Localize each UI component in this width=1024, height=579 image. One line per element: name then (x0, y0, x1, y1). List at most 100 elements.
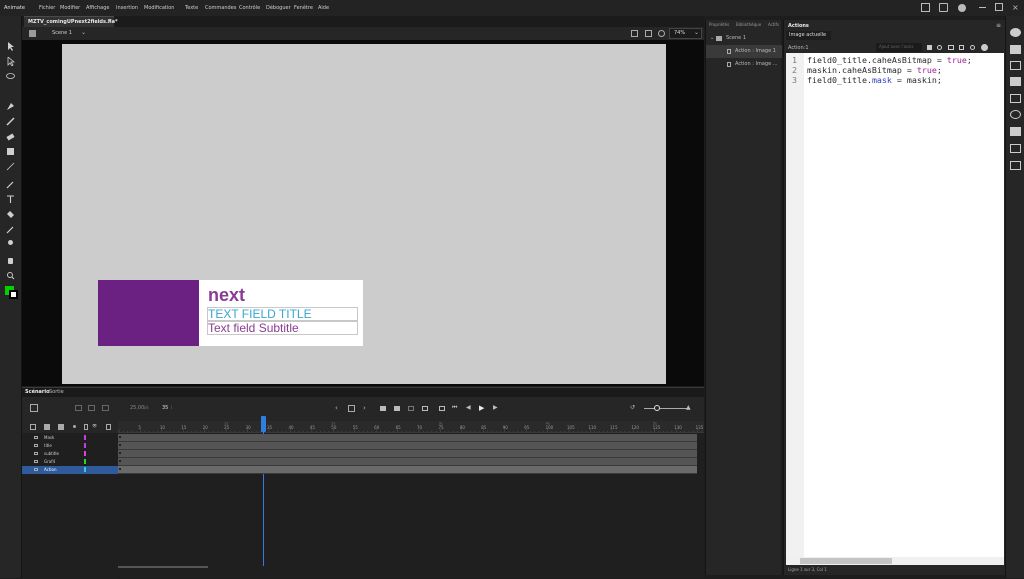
assets-icon[interactable] (1010, 61, 1021, 70)
new-folder-icon[interactable] (44, 424, 50, 430)
subtitle-text-field[interactable]: Text field Subtitle (207, 321, 358, 335)
visibility-icon[interactable]: 👁 (92, 424, 97, 428)
onion-skin-icon[interactable] (75, 405, 82, 411)
keyframe[interactable] (119, 468, 121, 470)
menu-commandes[interactable]: Commandes (205, 5, 236, 11)
new-layer-icon[interactable] (30, 424, 36, 430)
layer-color-marker[interactable] (84, 443, 86, 448)
tab-assets[interactable]: Actifs (768, 23, 779, 27)
pen-tool-icon[interactable] (5, 96, 16, 110)
selection-tool-icon[interactable] (5, 36, 16, 51)
menu-insertion[interactable]: Insertion (116, 5, 138, 11)
layer-row[interactable]: Graf4 (22, 458, 118, 466)
highlight-layer-icon[interactable] (73, 425, 76, 428)
step-forward-icon[interactable]: ▶ (493, 405, 498, 411)
close-icon[interactable]: × (1012, 4, 1019, 12)
next-keyframe-icon[interactable]: › (363, 405, 366, 412)
code-hscrollbar-thumb[interactable] (800, 558, 892, 564)
subselection-tool-icon[interactable] (5, 51, 16, 67)
help-icon[interactable] (981, 44, 988, 51)
menu-deboguer[interactable]: Déboguer (266, 5, 291, 11)
bone-tool-icon[interactable] (5, 232, 16, 245)
motion-presets-icon[interactable] (1010, 161, 1021, 170)
tab-output[interactable]: Sortie (49, 390, 64, 395)
layer-color-marker[interactable] (84, 435, 86, 440)
prev-keyframe-icon[interactable]: ‹ (335, 405, 338, 412)
eraser-tool-icon[interactable] (5, 126, 16, 141)
properties-icon[interactable] (1010, 28, 1021, 37)
current-frame[interactable]: 35 (162, 406, 168, 411)
minimize-icon[interactable] (979, 7, 986, 8)
document-tab[interactable]: MZTV_comingUPnext2fields.fla* × (24, 16, 118, 27)
line-tool-icon[interactable] (5, 156, 16, 171)
scene-tree-root[interactable]: ⌄ Scene 1 (706, 32, 782, 45)
camera-toggle-icon[interactable] (422, 406, 428, 411)
eyedropper-icon[interactable] (5, 219, 16, 234)
frames-row[interactable] (118, 442, 697, 450)
blank-keyframe-icon[interactable] (394, 406, 400, 411)
code-editor[interactable]: 1 2 3 field0_title.caheAsBitmap = true; … (786, 53, 1004, 565)
loop-icon[interactable] (439, 406, 445, 411)
frames-row[interactable] (118, 458, 697, 466)
library-icon[interactable] (1010, 45, 1021, 54)
panel-menu-icon[interactable]: ≡ (996, 23, 1001, 29)
fps-value[interactable]: 25,00 (130, 406, 144, 411)
code-line-2[interactable]: maskin.caheAsBitmap = true; (807, 65, 942, 75)
code-hscrollbar[interactable] (786, 557, 1004, 565)
timeline-zoom-handle[interactable] (654, 405, 660, 411)
code-line-1[interactable]: field0_title.caheAsBitmap = true; (807, 55, 972, 65)
text-tool-icon[interactable] (5, 189, 16, 203)
search-icon[interactable] (970, 45, 975, 50)
paint-bucket-icon[interactable] (5, 204, 16, 218)
play-icon[interactable]: ▶ (479, 405, 484, 412)
pin-script-icon[interactable] (927, 45, 932, 50)
menu-aide[interactable]: Aide (318, 5, 329, 11)
timeline-hscroll[interactable] (118, 566, 208, 568)
tab-properties[interactable]: Propriétés (709, 23, 729, 27)
wizard-input[interactable]: Ajout avec l'assis (876, 43, 922, 52)
title-text-field[interactable]: TEXT FIELD TITLE (207, 307, 358, 321)
menu-modification[interactable]: Modification (144, 5, 174, 11)
tab-close-icon[interactable]: × (107, 19, 112, 25)
center-stage-icon[interactable] (658, 30, 665, 37)
format-code-icon[interactable] (959, 45, 964, 50)
menu-fichier[interactable]: Fichier (39, 5, 55, 11)
color-icon[interactable] (1010, 110, 1021, 119)
clip-stage-icon[interactable] (645, 30, 652, 37)
delete-layer-icon[interactable] (58, 424, 64, 430)
frames-row[interactable] (118, 434, 697, 442)
frames-row[interactable] (118, 466, 697, 474)
layer-row[interactable]: Action (22, 466, 118, 474)
menu-fenetre[interactable]: Fenêtre (294, 5, 313, 11)
lock-icon[interactable] (106, 424, 111, 430)
keyframe[interactable] (119, 452, 121, 454)
layer-color-marker[interactable] (84, 467, 86, 472)
hand-tool-icon[interactable] (5, 250, 16, 264)
keyframe[interactable] (119, 436, 121, 438)
workspace-icon[interactable] (939, 3, 948, 12)
swatches-icon[interactable] (1010, 94, 1021, 103)
tab-library[interactable]: Bibliothèque (736, 23, 761, 27)
code-line-3[interactable]: field0_title.mask = maskin; (807, 75, 942, 85)
center-frame-icon[interactable] (348, 405, 355, 412)
camera-icon[interactable] (631, 30, 638, 37)
first-frame-icon[interactable]: ⏮ (452, 405, 457, 411)
zoom-tool-icon[interactable] (5, 265, 16, 280)
menu-affichage[interactable]: Affichage (86, 5, 110, 11)
fill-color-swatch[interactable] (9, 290, 18, 299)
rectangle-tool-icon[interactable] (5, 141, 16, 155)
tab-timeline[interactable]: Scénario (25, 390, 50, 395)
step-back-icon[interactable]: ◀ (466, 405, 471, 411)
current-image-button[interactable]: Image actuelle (786, 31, 831, 40)
insert-frame-icon[interactable] (408, 406, 414, 411)
layer-row[interactable]: subtitle (22, 450, 118, 458)
lasso-tool-icon[interactable] (5, 66, 16, 79)
insert-target-icon[interactable] (937, 45, 942, 50)
transform-icon[interactable] (1010, 127, 1021, 136)
graph-icon[interactable] (102, 405, 109, 411)
banner-symbol[interactable]: next TEXT FIELD TITLE Text field Subtitl… (98, 280, 363, 346)
pencil-tool-icon[interactable] (5, 174, 16, 189)
tween-icon[interactable] (88, 405, 95, 411)
share-icon[interactable] (921, 3, 930, 12)
scene-dropdown-icon[interactable]: ⌄ (81, 30, 86, 36)
